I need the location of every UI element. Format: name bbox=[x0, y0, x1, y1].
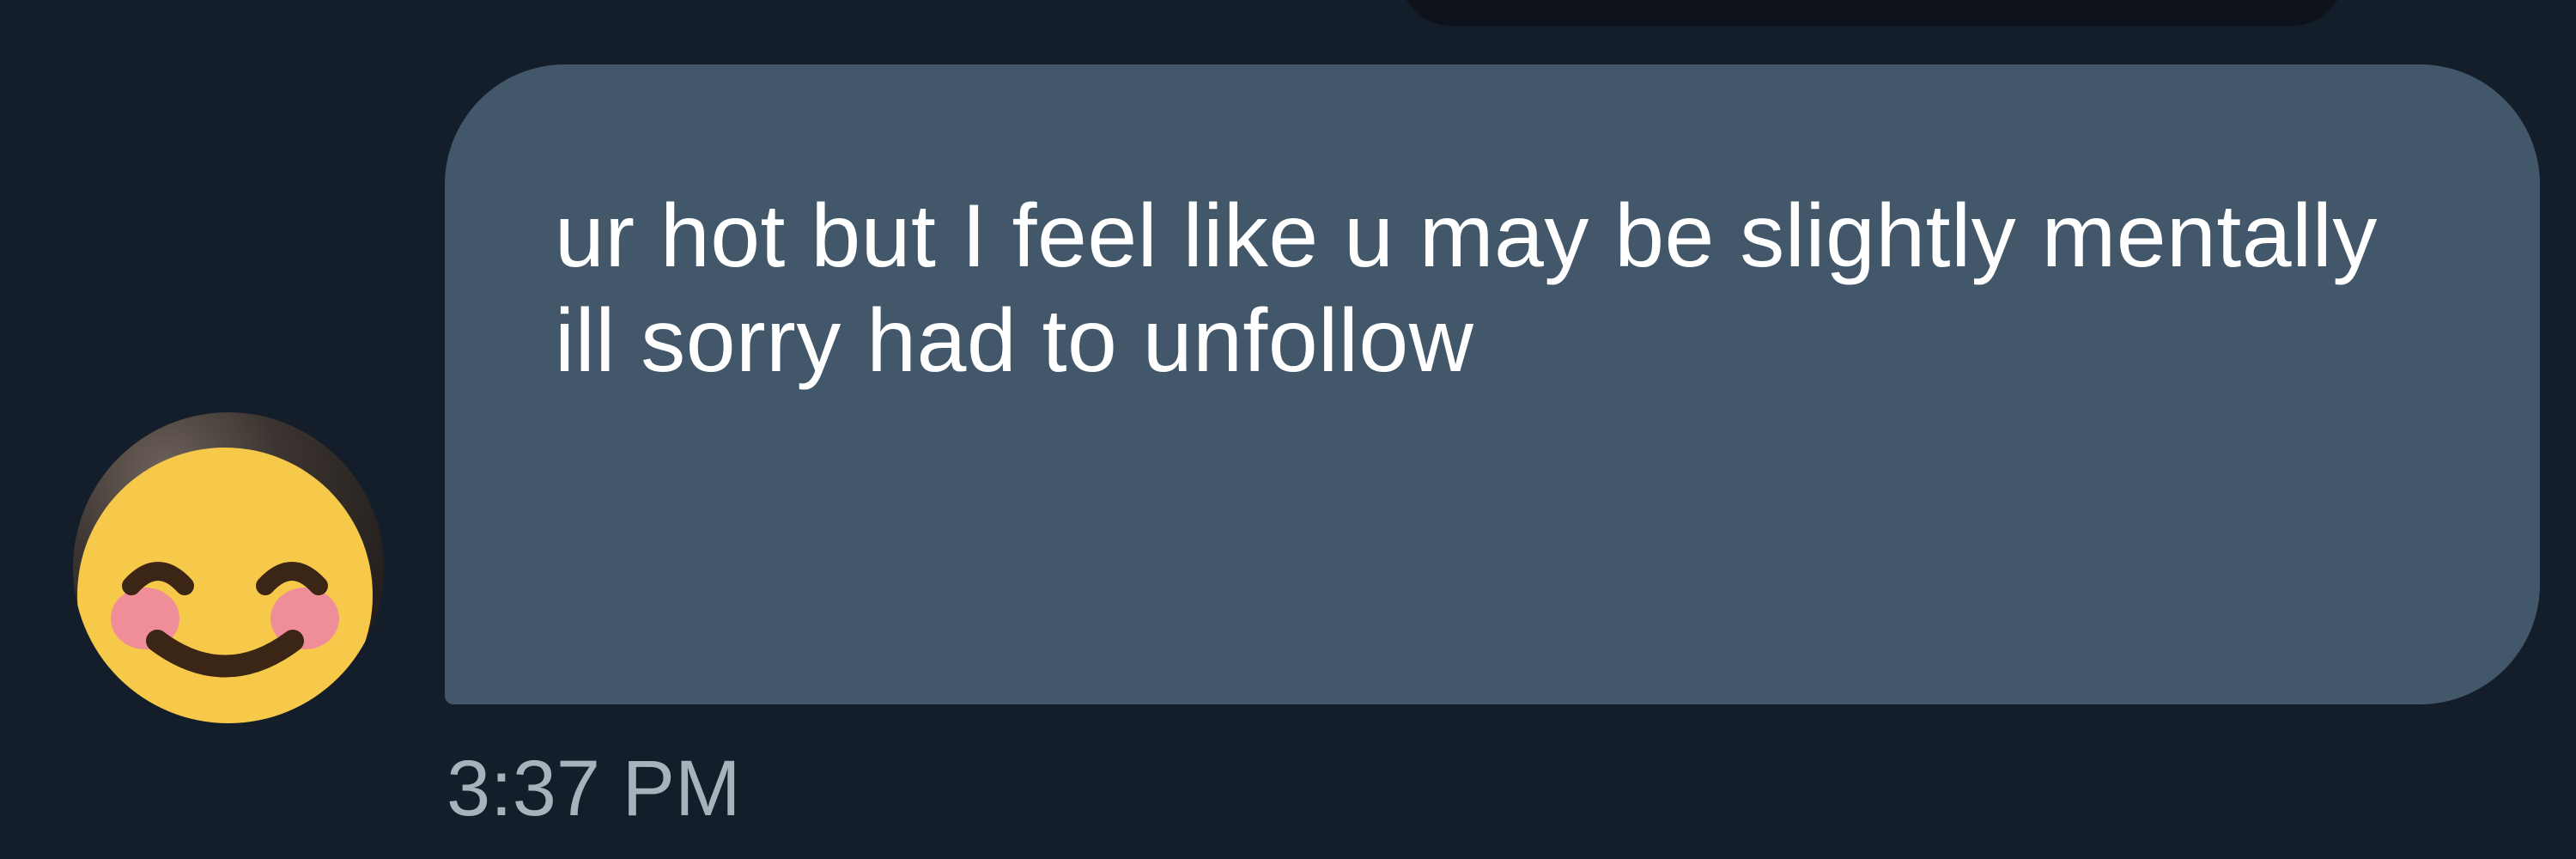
previous-message-fragment bbox=[1400, 0, 2344, 26]
smiling-face-with-smiling-eyes-icon bbox=[77, 448, 373, 723]
message-timestamp: 3:37 PM bbox=[447, 745, 741, 832]
message-thread-screen: ur hot but I feel like u may be slightly… bbox=[0, 0, 2576, 859]
avatar[interactable] bbox=[73, 412, 384, 723]
incoming-message-bubble[interactable]: ur hot but I feel like u may be slightly… bbox=[445, 64, 2540, 704]
message-text: ur hot but I feel like u may be slightly… bbox=[555, 186, 2378, 391]
emoji-face-circle bbox=[77, 448, 373, 723]
